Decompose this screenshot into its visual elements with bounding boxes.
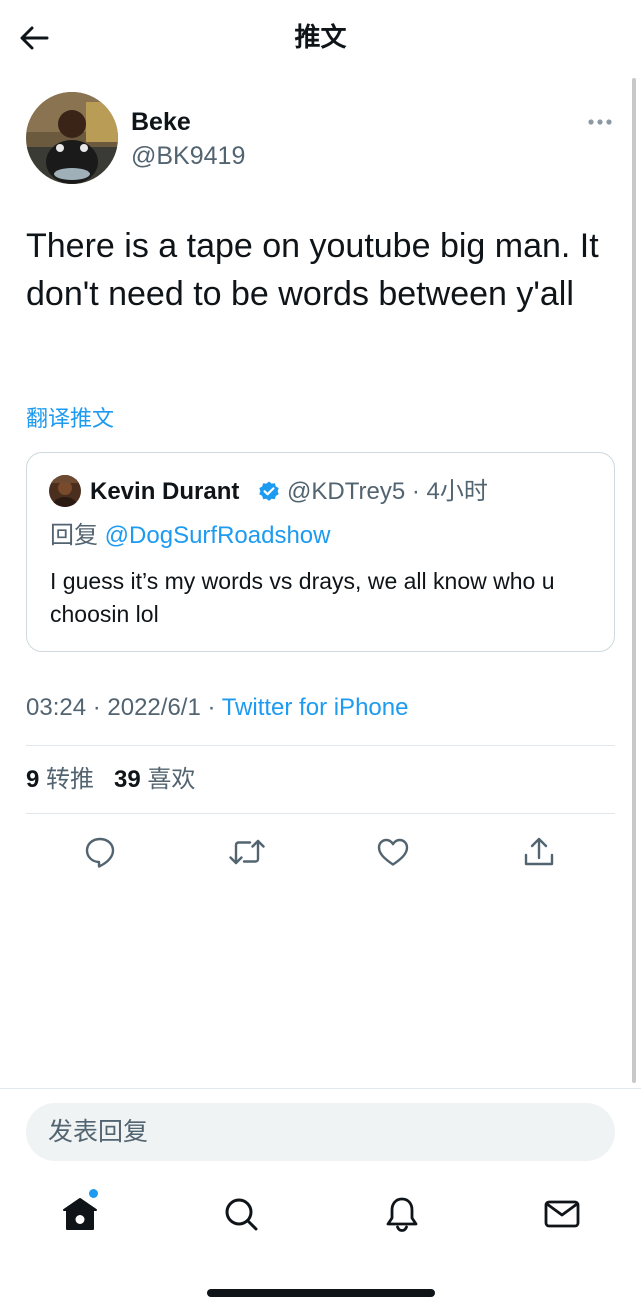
reply-label: 回复 (50, 522, 98, 549)
quoted-author-avatar (49, 475, 81, 507)
reply-button[interactable] (80, 832, 120, 872)
likes-stat[interactable]: 39 喜欢 (114, 766, 195, 793)
tweet-text: There is a tape on youtube big man. It d… (26, 227, 599, 313)
top-bar: 推文 (0, 0, 641, 76)
author-name[interactable]: Beke (131, 106, 191, 138)
home-notification-dot (89, 1189, 98, 1198)
scrollbar[interactable] (632, 78, 636, 1083)
quoted-tweet-text: I guess it’s my words vs drays, we all k… (50, 568, 555, 627)
retweets-count: 9 (26, 766, 40, 793)
translate-tweet-link[interactable]: 翻译推文 (26, 404, 114, 434)
retweet-button[interactable] (227, 832, 267, 872)
nav-messages[interactable] (540, 1192, 584, 1236)
reply-input[interactable] (26, 1103, 615, 1161)
like-button[interactable] (373, 832, 413, 872)
reply-bubble-icon (85, 837, 115, 868)
more-dots-icon (588, 119, 612, 125)
nav-search[interactable] (219, 1192, 263, 1236)
search-icon (225, 1198, 258, 1231)
likes-count: 39 (114, 766, 141, 793)
divider (0, 1088, 641, 1089)
retweets-stat[interactable]: 9 转推 (26, 766, 94, 793)
nav-home[interactable] (58, 1192, 102, 1236)
more-options-button[interactable] (584, 110, 616, 134)
tweet-timestamp: 03:24 · 2022/6/1 · (26, 694, 222, 721)
share-upload-icon (524, 837, 554, 866)
quoted-author-name: Kevin Durant (90, 478, 240, 505)
avatar-photo (49, 475, 81, 507)
tweet-stats: 9 转推 39 喜欢 (26, 764, 195, 796)
author-handle[interactable]: @BK9419 (131, 140, 245, 172)
reply-composer[interactable] (26, 1103, 615, 1161)
author-avatar[interactable] (26, 92, 118, 184)
share-button[interactable] (519, 832, 559, 872)
likes-label: 喜欢 (147, 766, 196, 793)
quoted-handle-time: @KDTrey5 · 4小时 (287, 478, 488, 505)
heart-icon (377, 838, 409, 866)
quoted-tweet-card[interactable]: Kevin Durant @KDTrey5 · 4小时 回复 @DogSurfR… (26, 452, 615, 652)
nav-notifications[interactable] (380, 1192, 424, 1236)
divider (26, 745, 615, 746)
tweet-source-link[interactable]: Twitter for iPhone (222, 694, 409, 721)
home-indicator[interactable] (207, 1289, 435, 1297)
retweets-label: 转推 (46, 766, 95, 793)
mail-icon (544, 1200, 580, 1228)
tweet-meta: 03:24 · 2022/6/1 · Twitter for iPhone (26, 692, 408, 724)
verified-badge-icon (259, 481, 279, 501)
quoted-reply-context: 回复 @DogSurfRoadshow (50, 521, 330, 551)
avatar-photo (26, 92, 118, 184)
retweet-icon (229, 839, 265, 865)
reply-mention-link[interactable]: @DogSurfRoadshow (105, 522, 331, 549)
home-icon (63, 1198, 97, 1230)
divider (26, 813, 615, 814)
page-title: 推文 (294, 22, 347, 52)
bell-icon (386, 1197, 418, 1232)
